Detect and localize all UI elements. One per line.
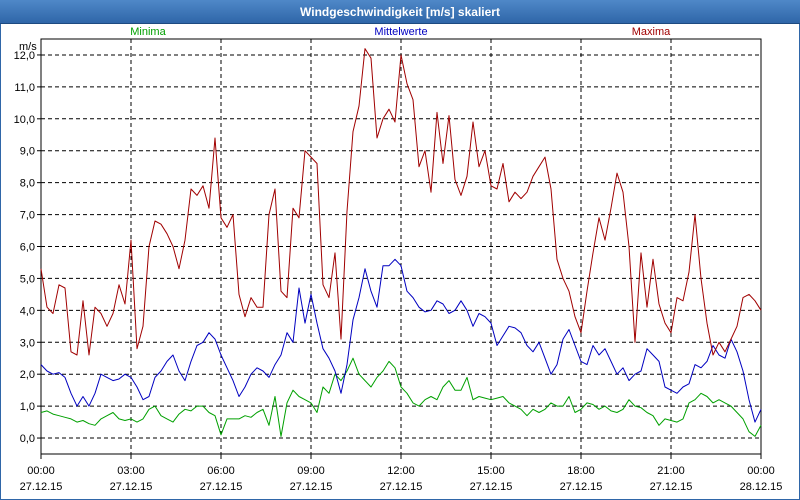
y-tick-label: 8,0 [20,178,35,190]
y-tick-label: 11,0 [14,82,35,94]
legend-minima: Minima [130,26,166,38]
y-tick-label: 0,0 [20,433,35,445]
x-tick-date-label: 28.12.15 [740,481,783,493]
x-tick-date-label: 27.12.15 [200,481,243,493]
y-tick-label: 12,0 [14,50,35,62]
x-tick-date-label: 27.12.15 [560,481,603,493]
x-tick-date-label: 27.12.15 [650,481,693,493]
x-tick-date-label: 27.12.15 [470,481,513,493]
y-tick-label: 5,0 [20,273,35,285]
y-tick-label: 7,0 [20,210,35,222]
legend: Minima Mittelwerte Maxima [130,26,671,38]
y-tick-label: 3,0 [20,337,35,349]
x-tick-time-label: 09:00 [297,465,325,477]
x-tick-time-label: 15:00 [477,465,505,477]
x-tick-date-label: 27.12.15 [20,481,63,493]
y-tick-label: 6,0 [20,242,35,254]
x-tick-time-label: 21:00 [657,465,685,477]
legend-maxima: Maxima [632,26,671,38]
x-tick-time-label: 12:00 [387,465,415,477]
x-tick-time-label: 06:00 [207,465,235,477]
x-tick-time-label: 00:00 [27,465,55,477]
x-tick-date-label: 27.12.15 [110,481,153,493]
x-tick-time-label: 03:00 [117,465,145,477]
x-tick-time-label: 18:00 [567,465,595,477]
line-chart: m/s 0,01,02,03,04,05,06,07,08,09,010,011… [14,26,783,493]
y-tick-label: 2,0 [20,369,35,381]
chart-title: Windgeschwindigkeit [m/s] skaliert [0,0,800,24]
y-tick-label: 9,0 [20,146,35,158]
y-tick-label: 10,0 [14,114,35,126]
x-tick-date-label: 27.12.15 [290,481,333,493]
y-tick-label: 1,0 [20,401,35,413]
chart-frame: m/s 0,0 1,0 2,0 3,0 4,0 5,0 6,0 7,0 8,0 9,0 10,0 11… [0,24,800,500]
x-tick-time-label: 00:00 [747,465,775,477]
x-tick-date-label: 27.12.15 [380,481,423,493]
legend-mittelwerte: Mittelwerte [374,26,427,38]
y-tick-label: 4,0 [20,305,35,317]
